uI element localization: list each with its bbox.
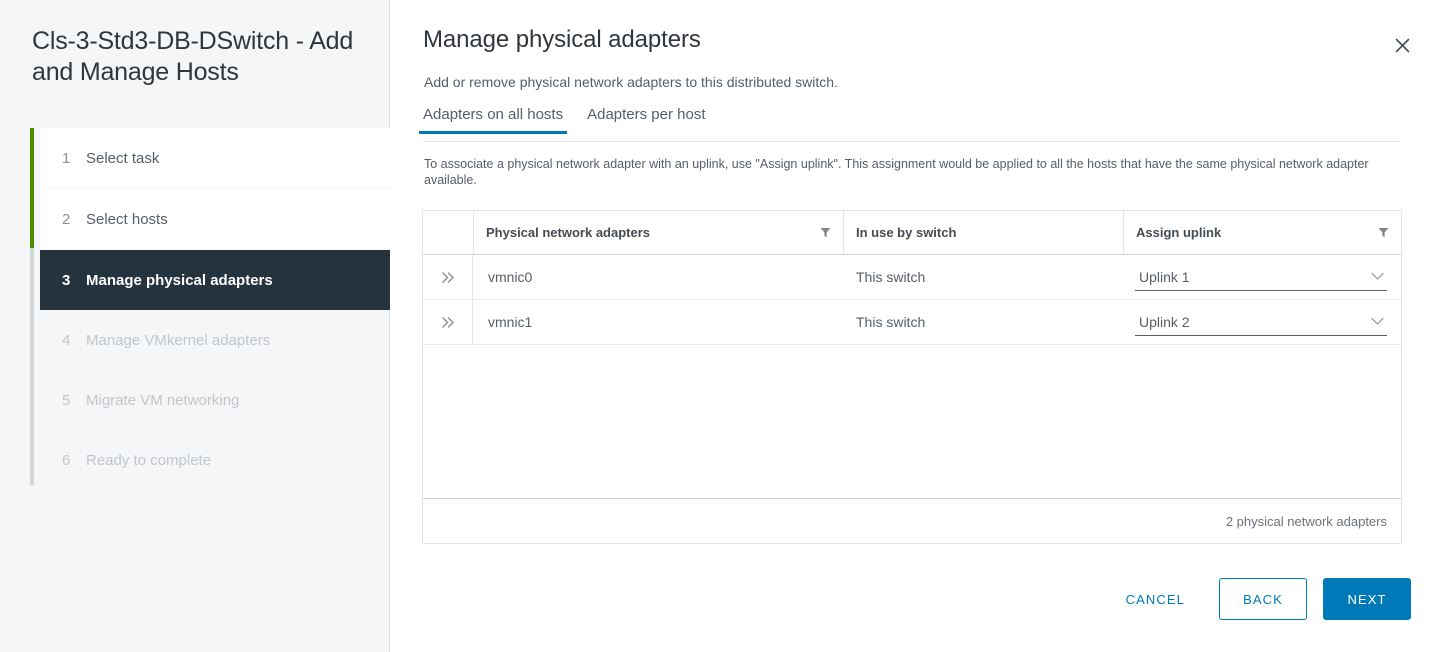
cell-in-use-by-switch: This switch <box>856 314 926 330</box>
add-and-manage-hosts-wizard: Cls-3-Std3-DB-DSwitch - Add and Manage H… <box>0 0 1439 652</box>
sidebar-step-ready-to-complete: 6 Ready to complete <box>40 430 390 490</box>
step-label: Manage VMkernel adapters <box>86 331 271 349</box>
column-header-physical-network-adapters[interactable]: Physical network adapters <box>473 211 843 254</box>
sidebar-step-migrate-vm-networking: 5 Migrate VM networking <box>40 370 390 430</box>
wizard-title: Cls-3-Std3-DB-DSwitch - Add and Manage H… <box>32 27 354 86</box>
tab-label: Adapters on all hosts <box>423 106 564 123</box>
uplink-select-value: Uplink 2 <box>1139 313 1190 330</box>
table-footer: 2 physical network adapters <box>423 498 1401 543</box>
tab-label: Adapters per host <box>587 106 706 123</box>
step-number: 1 <box>62 149 71 167</box>
chevron-down-icon <box>1371 317 1387 326</box>
uplink-select-value: Uplink 1 <box>1139 268 1190 285</box>
page-title: Manage physical adapters <box>423 26 701 53</box>
cell-assign-uplink: Uplink 2 <box>1123 300 1401 344</box>
table-row-count: 2 physical network adapters <box>1225 513 1387 529</box>
table-row[interactable]: vmnic0 This switch Uplink 1 <box>423 255 1401 300</box>
tab-adapters-per-host[interactable]: Adapters per host <box>575 106 717 133</box>
page-subtitle: Add or remove physical network adapters … <box>424 74 838 90</box>
sidebar-step-manage-physical-adapters[interactable]: 3 Manage physical adapters <box>40 250 390 310</box>
step-label: Select task <box>86 149 160 167</box>
filter-icon[interactable] <box>820 227 831 238</box>
cell-in-use-by-switch: This switch <box>856 269 926 285</box>
cell-assign-uplink: Uplink 1 <box>1123 255 1401 299</box>
tab-adapters-on-all-hosts[interactable]: Adapters on all hosts <box>418 106 575 134</box>
progress-fill <box>30 128 34 248</box>
step-number: 3 <box>62 271 71 289</box>
column-header-expand <box>423 211 473 254</box>
cell-adapter-name: vmnic1 <box>488 314 533 330</box>
filter-icon[interactable] <box>1378 227 1389 238</box>
cancel-button[interactable]: CANCEL <box>1108 578 1203 620</box>
table-row[interactable]: vmnic1 This switch Uplink 2 <box>423 300 1401 345</box>
expand-chevrons-icon[interactable] <box>423 300 473 344</box>
column-header-label: Physical network adapters <box>486 225 651 240</box>
column-header-label: Assign uplink <box>1136 225 1222 240</box>
step-label: Select hosts <box>86 210 168 228</box>
expand-chevrons-icon[interactable] <box>423 255 473 299</box>
step-number: 6 <box>62 451 71 469</box>
sidebar-step-select-task[interactable]: 1 Select task <box>40 128 390 188</box>
table-body: vmnic0 This switch Uplink 1 vmnic1 This … <box>423 255 1401 498</box>
uplink-select[interactable]: Uplink 2 <box>1135 308 1387 336</box>
physical-adapters-table: Physical network adapters In use by swit… <box>422 210 1402 544</box>
step-number: 4 <box>62 331 71 349</box>
back-button[interactable]: BACK <box>1219 578 1307 620</box>
column-header-label: In use by switch <box>856 225 957 240</box>
step-label: Ready to complete <box>86 451 212 469</box>
sidebar-step-select-hosts[interactable]: 2 Select hosts <box>40 189 390 249</box>
step-number: 2 <box>62 210 71 228</box>
instructions-text: To associate a physical network adapter … <box>424 157 1369 187</box>
wizard-footer: CANCEL BACK NEXT <box>1108 578 1411 620</box>
wizard-sidebar: Cls-3-Std3-DB-DSwitch - Add and Manage H… <box>0 0 390 652</box>
next-button[interactable]: NEXT <box>1323 578 1411 620</box>
step-label: Migrate VM networking <box>86 391 240 409</box>
wizard-main-panel: Manage physical adapters Add or remove p… <box>390 0 1439 652</box>
progress-track <box>30 128 34 485</box>
wizard-step-list: 1 Select task 2 Select hosts 3 Manage ph… <box>30 128 390 490</box>
uplink-select[interactable]: Uplink 1 <box>1135 263 1387 291</box>
table-header-row: Physical network adapters In use by swit… <box>423 211 1401 255</box>
cell-adapter-name: vmnic0 <box>488 269 533 285</box>
step-label: Manage physical adapters <box>86 271 273 289</box>
close-icon[interactable] <box>1387 30 1417 60</box>
column-header-assign-uplink[interactable]: Assign uplink <box>1123 211 1401 254</box>
column-header-in-use-by-switch[interactable]: In use by switch <box>843 211 1123 254</box>
sidebar-step-manage-vmkernel-adapters: 4 Manage VMkernel adapters <box>40 310 390 370</box>
step-number: 5 <box>62 391 71 409</box>
chevron-down-icon <box>1371 272 1387 281</box>
tab-bar: Adapters on all hosts Adapters per host <box>418 106 1401 142</box>
